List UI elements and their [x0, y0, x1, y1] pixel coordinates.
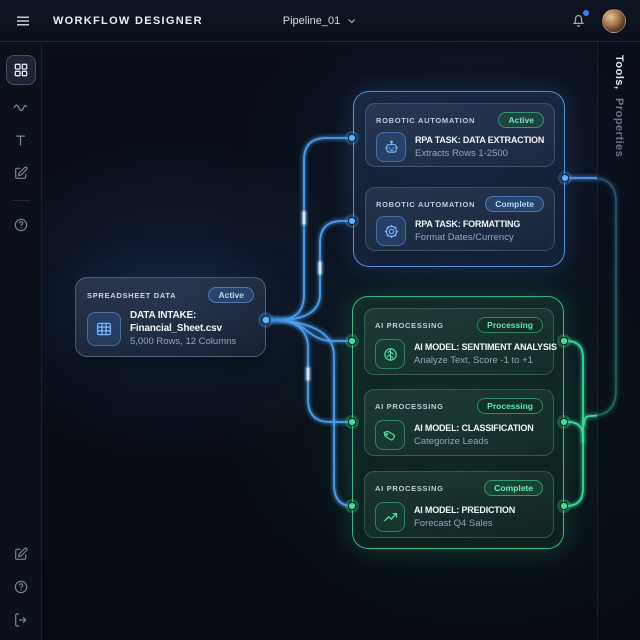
edit-pen-icon	[14, 547, 28, 560]
tool-text[interactable]	[13, 133, 28, 148]
node-rpa-formatting[interactable]: ROBOTIC AUTOMATION Complete RPA TASK: FO…	[365, 187, 555, 251]
status-badge: Active	[498, 112, 544, 128]
status-badge: Complete	[485, 196, 544, 212]
status-badge: Complete	[484, 480, 543, 496]
action-help[interactable]	[13, 579, 29, 595]
ai-group[interactable]: AI PROCESSING Processing AI MODEL: SENTI…	[352, 296, 564, 549]
wire-sheet-to-rpa-extraction[interactable]	[266, 138, 352, 320]
brain-icon	[375, 339, 405, 369]
help-circle-icon	[14, 218, 27, 232]
node-subtitle: Categorize Leads	[414, 436, 489, 447]
action-logout[interactable]	[13, 612, 29, 628]
trend-up-icon	[375, 502, 405, 532]
node-subtitle: 5,000 Rows, 12 Columns	[130, 336, 237, 347]
node-category: ROBOTIC AUTOMATION	[376, 115, 476, 125]
chevron-down-icon	[347, 18, 355, 23]
tag-icon	[375, 420, 405, 450]
hamburger-menu-icon[interactable]	[14, 12, 32, 30]
node-spreadsheet-data[interactable]: SPREADSHEET DATA Active DATA INTAKE: Fin…	[75, 277, 266, 357]
right-panel[interactable]: Tools, Properties	[597, 42, 640, 640]
node-category: SPREADSHEET DATA	[87, 290, 177, 300]
edit-pen-icon	[14, 166, 28, 179]
status-badge: Processing	[477, 398, 543, 414]
right-panel-label-tools: Tools,	[613, 55, 625, 90]
node-subtitle: Forecast Q4 Sales	[414, 518, 493, 529]
status-badge: Processing	[477, 317, 543, 333]
robot-icon	[376, 132, 406, 162]
node-subtitle: Analyze Text, Score -1 to +1	[414, 355, 533, 366]
signal-wave-icon	[13, 104, 28, 112]
notifications-button[interactable]	[570, 10, 589, 29]
wire-sheet-to-ai-classification[interactable]	[266, 320, 352, 422]
pipeline-name: Pipeline_01	[282, 14, 341, 27]
tool-help[interactable]	[13, 217, 29, 233]
wire-ai-classification-out[interactable]	[564, 422, 583, 441]
node-category: ROBOTIC AUTOMATION	[376, 199, 476, 209]
tool-connector[interactable]	[12, 99, 29, 116]
left-toolbar	[0, 42, 42, 640]
sidebar-divider	[11, 200, 30, 201]
wire-sheet-to-rpa-formatting[interactable]	[266, 221, 352, 320]
tool-edit[interactable]	[13, 165, 29, 181]
node-title-line1: DATA INTAKE:	[130, 310, 197, 321]
node-title: RPA TASK: FORMATTING	[415, 219, 521, 229]
node-title-line2: Financial_Sheet.csv	[130, 323, 222, 334]
node-title: AI MODEL: SENTIMENT ANALYSIS	[414, 342, 557, 352]
help-circle-icon	[14, 580, 27, 594]
node-category: AI PROCESSING	[375, 320, 444, 330]
node-rpa-data-extraction[interactable]: ROBOTIC AUTOMATION Active RPA TASK: DATA…	[365, 103, 555, 167]
workflow-designer-app: SPREADSHEET DATA Active DATA INTAKE: Fin…	[0, 0, 640, 640]
logout-icon	[14, 613, 27, 627]
blocks-grid-icon	[14, 63, 27, 77]
notification-dot	[583, 10, 589, 16]
topbar: WORKFLOW DESIGNER Pipeline_01	[0, 0, 640, 42]
node-title: AI MODEL: PREDICTION	[414, 505, 515, 515]
rpa-group[interactable]: ROBOTIC AUTOMATION Active RPA TASK: DATA…	[353, 91, 565, 267]
text-tool-icon	[16, 135, 25, 146]
right-panel-label-properties: Properties	[613, 97, 625, 157]
tool-blocks-grid[interactable]	[5, 55, 36, 85]
node-ai-sentiment-analysis[interactable]: AI PROCESSING Processing AI MODEL: SENTI…	[364, 308, 557, 375]
node-category: AI PROCESSING	[375, 483, 444, 493]
app-title: WORKFLOW DESIGNER	[53, 14, 203, 27]
node-ai-prediction[interactable]: AI PROCESSING Complete AI MODEL: PREDICT…	[364, 471, 554, 538]
avatar[interactable]	[602, 8, 626, 33]
node-subtitle: Extracts Rows 1-2500	[415, 148, 508, 159]
node-title: RPA TASK: DATA EXTRACTION	[415, 135, 545, 145]
status-badge: Active	[208, 287, 254, 303]
node-ai-classification[interactable]: AI PROCESSING Processing AI MODEL: CLASS…	[364, 389, 554, 456]
canvas[interactable]: SPREADSHEET DATA Active DATA INTAKE: Fin…	[0, 0, 640, 640]
gear-icon	[376, 216, 406, 246]
table-grid-icon	[87, 311, 121, 346]
action-edit[interactable]	[13, 546, 29, 562]
node-title: AI MODEL: CLASSIFICATION	[414, 423, 534, 433]
node-category: AI PROCESSING	[375, 401, 444, 411]
pipeline-selector[interactable]: Pipeline_01	[283, 15, 358, 27]
node-subtitle: Format Dates/Currency	[415, 232, 514, 243]
